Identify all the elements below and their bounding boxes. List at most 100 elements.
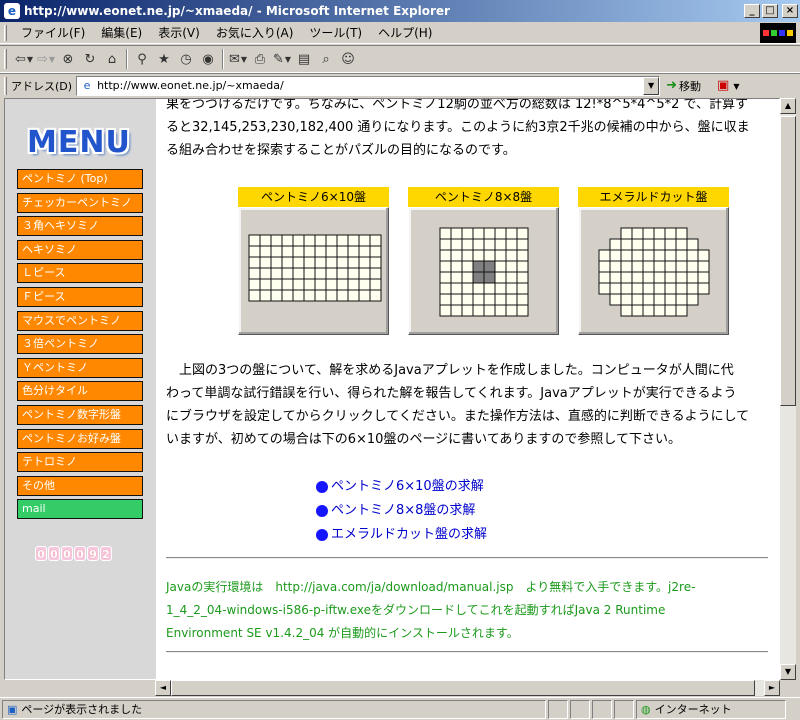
- board-emerald-cut[interactable]: エメラルドカット盤: [578, 187, 729, 335]
- print-icon[interactable]: ⎙: [249, 48, 271, 70]
- history-icon[interactable]: ◷: [175, 48, 197, 70]
- favorites-icon[interactable]: ★: [153, 48, 175, 70]
- board-cell: [631, 260, 644, 273]
- home-icon[interactable]: ⌂: [101, 48, 123, 70]
- board-cell: [248, 256, 261, 269]
- search-icon[interactable]: ⚲: [131, 48, 153, 70]
- board-cell: [620, 271, 633, 284]
- board-cell: [653, 227, 666, 240]
- board-cell: [259, 234, 272, 247]
- board-cell: [292, 245, 305, 258]
- board-cell: [505, 249, 518, 262]
- sidebar-item-mail[interactable]: mail: [17, 499, 143, 520]
- link-label[interactable]: ペントミノ8×8盤の求解: [331, 499, 475, 523]
- sidebar-item-hexomino[interactable]: ヘキソミノ: [17, 239, 143, 260]
- board-cell: [653, 293, 666, 306]
- zone-text: インターネット: [654, 703, 732, 716]
- close-button[interactable]: ×: [782, 4, 798, 18]
- scroll-left-button[interactable]: ◄: [155, 680, 171, 696]
- sidebar-item-f-piece[interactable]: Ｆピース: [17, 286, 143, 307]
- board-cell: [248, 289, 261, 302]
- maximize-button[interactable]: □: [762, 4, 778, 18]
- back-arrow-icon[interactable]: ⇦ ▼: [13, 48, 35, 70]
- board-cell: [516, 260, 529, 273]
- board-6x10[interactable]: ペントミノ6×10盤: [238, 187, 389, 335]
- sidebar-item-others[interactable]: その他: [17, 475, 143, 496]
- links-toolbar-icon[interactable]: ▣ ▼: [717, 78, 740, 93]
- sidebar-item-triangle-hexomino[interactable]: ３角ヘキソミノ: [17, 216, 143, 237]
- board-cell: [336, 256, 349, 269]
- go-button[interactable]: ➜ 移動: [666, 78, 701, 94]
- vertical-scrollbar[interactable]: ▲ ▼: [780, 98, 796, 680]
- menu-edit[interactable]: 編集(E): [93, 23, 150, 43]
- board-cell: [664, 271, 677, 284]
- board-cell: [505, 238, 518, 251]
- board-cell: [494, 238, 507, 251]
- link-solve-emerald[interactable]: エメラルドカット盤の求解: [316, 523, 487, 547]
- vertical-scroll-thumb[interactable]: [780, 116, 796, 406]
- board-cell: [675, 238, 688, 251]
- board-cell: [325, 267, 338, 280]
- sidebar-item-custom-board[interactable]: ペントミノお好み盤: [17, 428, 143, 449]
- edit-icon[interactable]: ✎ ▼: [271, 48, 293, 70]
- board-cell: [450, 238, 463, 251]
- board-cell: [642, 293, 655, 306]
- board-8x8[interactable]: ペントミノ8×8盤: [408, 187, 559, 335]
- board-cell: [461, 271, 474, 284]
- sidebar-item-color-tile[interactable]: 色分けタイル: [17, 381, 143, 402]
- forward-arrow-icon[interactable]: ⇨ ▼: [35, 48, 57, 70]
- sidebar-item-pentomino-top[interactable]: ペントミノ (Top): [17, 169, 143, 189]
- board-cell: [450, 260, 463, 273]
- link-solve-8x8[interactable]: ペントミノ8×8盤の求解: [316, 499, 487, 523]
- scroll-up-button[interactable]: ▲: [780, 98, 796, 114]
- board-cell: [472, 282, 485, 295]
- menu-view[interactable]: 表示(V): [150, 23, 208, 43]
- sidebar-item-triple-pentomino[interactable]: ３倍ペントミノ: [17, 334, 143, 355]
- address-dropdown-button[interactable]: ▼: [643, 76, 660, 95]
- java-note-line: Environment SE v1.4.2_04 が自動的にインストールされます…: [166, 626, 519, 640]
- board-cell: [631, 282, 644, 295]
- horizontal-scroll-thumb[interactable]: [171, 680, 755, 696]
- scroll-down-button[interactable]: ▼: [780, 664, 796, 680]
- link-label[interactable]: エメラルドカット盤の求解: [331, 523, 487, 547]
- board-cell: [631, 227, 644, 240]
- horizontal-scrollbar[interactable]: ◄ ►: [155, 680, 780, 696]
- board-cell: [336, 289, 349, 302]
- menu-help[interactable]: ヘルプ(H): [370, 23, 440, 43]
- sidebar-item-l-piece[interactable]: Ｌピース: [17, 263, 143, 284]
- sidebar-item-tetromino[interactable]: テトロミノ: [17, 452, 143, 473]
- desc-line: いますが、初めての場合は下の6×10盤のページに書いてありますので参照して下さい…: [166, 432, 682, 447]
- minimize-button[interactable]: _: [744, 4, 760, 18]
- stop-icon[interactable]: ⊗: [57, 48, 79, 70]
- board-cell: [664, 260, 677, 273]
- board-6x10-image[interactable]: [238, 207, 389, 335]
- board-8x8-image[interactable]: [408, 207, 559, 335]
- board-cell: [281, 245, 294, 258]
- link-solve-6x10[interactable]: ペントミノ6×10盤の求解: [316, 475, 487, 499]
- desc-line: 上図の3つの盤について、解を求めるJavaアプレットを作成しました。コンピュータ…: [166, 363, 734, 378]
- board-cell: [620, 227, 633, 240]
- research-icon[interactable]: ⌕: [315, 48, 337, 70]
- menu-favorites[interactable]: お気に入り(A): [208, 23, 302, 43]
- board-cell: [675, 304, 688, 317]
- status-bar: ▣ ページが表示されました ◍ インターネット: [0, 697, 800, 720]
- board-cell: [292, 289, 305, 302]
- scroll-right-button[interactable]: ►: [764, 680, 780, 696]
- refresh-icon[interactable]: ↻: [79, 48, 101, 70]
- menu-tools[interactable]: ツール(T): [301, 23, 370, 43]
- messenger-icon[interactable]: ☺: [337, 48, 359, 70]
- board-cell: [292, 234, 305, 247]
- menu-file[interactable]: ファイル(F): [13, 23, 93, 43]
- link-label[interactable]: ペントミノ6×10盤の求解: [331, 475, 484, 499]
- board-cell: [686, 238, 699, 251]
- sidebar-item-y-pentomino[interactable]: Ｙペントミノ: [17, 357, 143, 378]
- sidebar-item-mouse-pentomino[interactable]: マウスでペントミノ: [17, 310, 143, 331]
- board-emerald-cut-image[interactable]: [578, 207, 729, 335]
- discuss-icon[interactable]: ▤: [293, 48, 315, 70]
- board-cell: [358, 234, 371, 247]
- sidebar-item-number-board[interactable]: ペントミノ数字形盤: [17, 404, 143, 425]
- mail-icon[interactable]: ✉ ▼: [227, 48, 249, 70]
- sidebar-item-checker-pentomino[interactable]: チェッカーペントミノ: [17, 192, 143, 213]
- address-input[interactable]: e http://www.eonet.ne.jp/~xmaeda/ ▼: [76, 75, 661, 96]
- media-icon[interactable]: ◉: [197, 48, 219, 70]
